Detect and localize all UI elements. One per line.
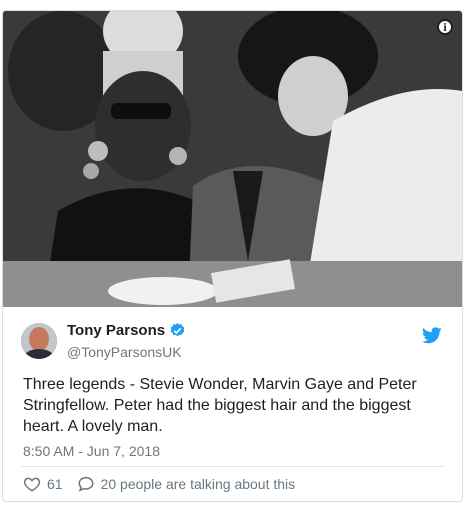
author-name[interactable]: Tony Parsons bbox=[67, 322, 165, 339]
talking-link[interactable]: 20 people are talking about this bbox=[77, 475, 296, 493]
tweet-timestamp[interactable]: 8:50 AM - Jun 7, 2018 bbox=[23, 443, 160, 459]
photo-illustration bbox=[3, 11, 462, 307]
verified-badge-icon bbox=[170, 323, 185, 337]
tweet-text: Three legends - Stevie Wonder, Marvin Ga… bbox=[23, 376, 417, 435]
tweet-actions: 61 20 people are talking about this bbox=[23, 475, 295, 493]
tweet-photo[interactable]: i bbox=[3, 11, 462, 307]
author-avatar[interactable] bbox=[21, 323, 57, 359]
avatar-face bbox=[21, 323, 57, 359]
info-icon[interactable]: i bbox=[437, 19, 453, 35]
heart-icon[interactable] bbox=[23, 475, 41, 493]
divider bbox=[21, 466, 444, 467]
tweet-card[interactable]: i Tony Parsons @TonyParsonsUK Three lege… bbox=[2, 10, 463, 502]
author-name-row[interactable]: Tony Parsons bbox=[67, 322, 186, 339]
twitter-bird-icon[interactable] bbox=[422, 327, 442, 344]
like-count[interactable]: 61 bbox=[47, 476, 63, 492]
author-handle[interactable]: @TonyParsonsUK bbox=[67, 344, 182, 360]
speech-bubble-icon bbox=[78, 476, 94, 492]
talking-text: 20 people are talking about this bbox=[100, 476, 296, 492]
